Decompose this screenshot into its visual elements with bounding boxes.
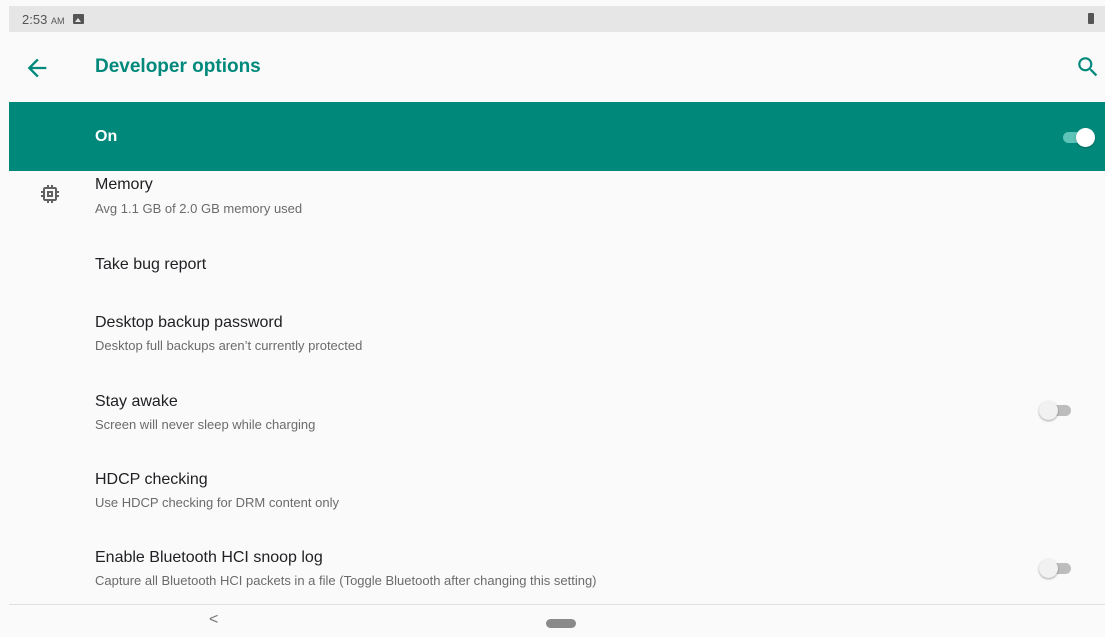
memory-chip-icon [38, 182, 62, 206]
setting-summary: Capture all Bluetooth HCI packets in a f… [95, 573, 597, 588]
setting-summary: Screen will never sleep while charging [95, 417, 316, 432]
search-icon[interactable] [1075, 54, 1101, 80]
switch-thumb [1076, 128, 1095, 147]
setting-bluetooth-hci-snoop-log[interactable]: Enable Bluetooth HCI snoop log Capture a… [9, 542, 1105, 594]
setting-take-bug-report[interactable]: Take bug report [9, 245, 1105, 285]
developer-options-master-switch-bar[interactable]: On [9, 102, 1105, 171]
setting-title: Desktop backup password [95, 314, 283, 331]
setting-summary: Desktop full backups aren’t currently pr… [95, 338, 363, 353]
setting-summary: Avg 1.1 GB of 2.0 GB memory used [95, 201, 303, 216]
setting-summary: Use HDCP checking for DRM content only [95, 495, 339, 510]
battery-icon [1088, 13, 1094, 24]
setting-title: Stay awake [95, 393, 178, 410]
master-toggle-switch[interactable] [1059, 126, 1095, 148]
master-switch-label: On [95, 128, 118, 145]
back-arrow-icon[interactable] [23, 54, 51, 82]
switch-thumb [1039, 401, 1058, 420]
setting-title: Take bug report [95, 256, 207, 273]
navigation-bar: < [9, 605, 1105, 637]
setting-title: Enable Bluetooth HCI snoop log [95, 549, 323, 566]
stay-awake-toggle-switch[interactable] [1039, 399, 1075, 421]
setting-stay-awake[interactable]: Stay awake Screen will never sleep while… [9, 386, 1105, 438]
nav-home-pill-icon[interactable] [546, 619, 576, 628]
bluetooth-hci-snoop-toggle-switch[interactable] [1039, 557, 1075, 579]
setting-title: HDCP checking [95, 471, 208, 488]
settings-list: Memory Avg 1.1 GB of 2.0 GB memory used … [9, 171, 1105, 604]
setting-hdcp-checking[interactable]: HDCP checking Use HDCP checking for DRM … [9, 464, 1105, 516]
setting-desktop-backup-password[interactable]: Desktop backup password Desktop full bac… [9, 308, 1105, 358]
setting-title: Memory [95, 176, 153, 193]
image-notification-icon [73, 14, 85, 24]
status-bar: 2:53 AM [9, 6, 1105, 32]
app-toolbar: Developer options [9, 32, 1105, 102]
page-title: Developer options [95, 56, 261, 77]
switch-thumb [1039, 559, 1058, 578]
nav-back-icon[interactable]: < [209, 611, 218, 629]
status-time: 2:53 AM [22, 11, 65, 27]
setting-memory[interactable]: Memory Avg 1.1 GB of 2.0 GB memory used [9, 171, 1105, 229]
